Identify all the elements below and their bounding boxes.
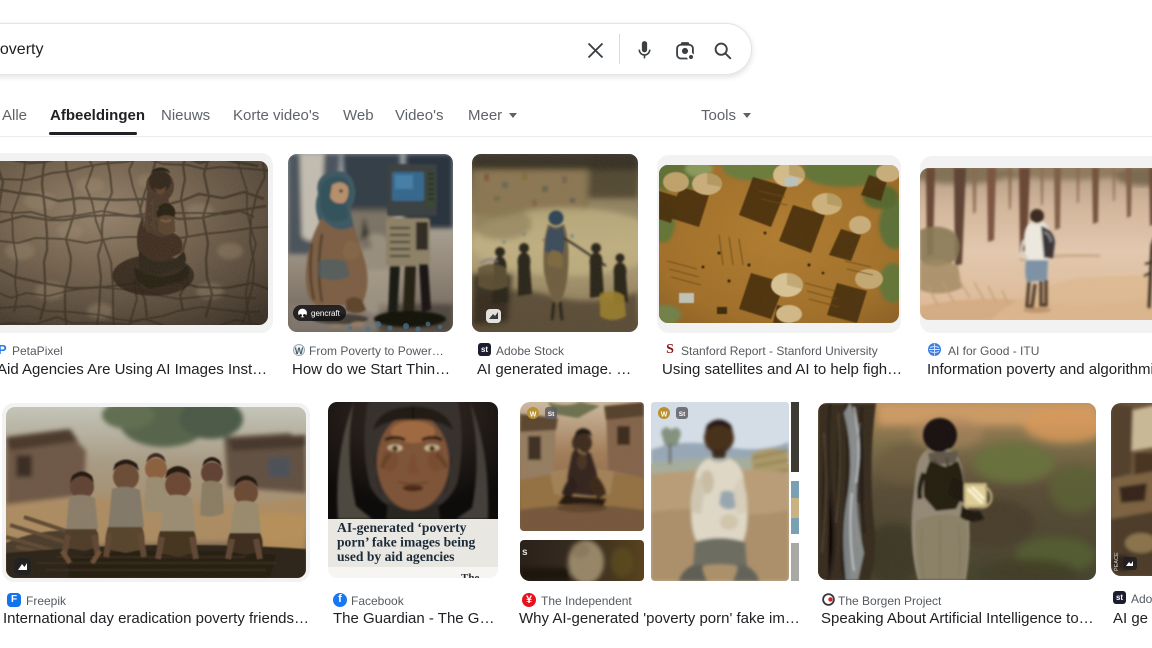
svg-text:used by aid agencies: used by aid agencies (337, 549, 454, 564)
svg-text:The: The (461, 572, 479, 578)
svg-text:gencraft: gencraft (311, 309, 341, 318)
svg-text:s: s (522, 547, 528, 558)
svg-text:St: St (679, 411, 686, 418)
svg-text:AI-generated ‘poverty: AI-generated ‘poverty (337, 520, 467, 535)
svg-text:PEACE: PEACE (1114, 552, 1120, 571)
svg-text:W: W (661, 412, 668, 419)
svg-text:porn’ fake images being: porn’ fake images being (337, 535, 476, 550)
